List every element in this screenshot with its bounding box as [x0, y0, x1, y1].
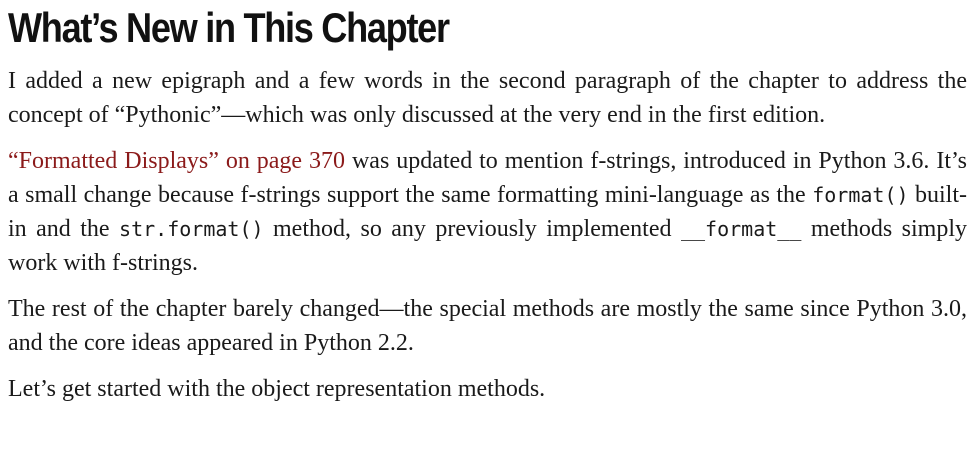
paragraph-get-started: Let’s get started with the object repres…: [8, 376, 546, 402]
paragraph-text: method, so any previously implemented: [263, 216, 681, 242]
document-page: What’s New in This Chapter I added a new…: [0, 0, 973, 460]
paragraph-formatted-displays: “Formatted Displays” on page 370 was upd…: [8, 144, 967, 280]
inline-code-str-format: str.format(): [119, 217, 264, 241]
cross-reference-link[interactable]: “Formatted Displays” on page 370: [8, 148, 345, 174]
paragraph-epigraph-note: I added a new epigraph and a few words i…: [8, 68, 967, 128]
paragraph-rest-of-chapter: The rest of the chapter barely changed—t…: [8, 296, 967, 356]
section-heading: What’s New in This Chapter: [8, 4, 450, 51]
inline-code-format: format(): [812, 183, 909, 207]
inline-code-dunder-format: __format__: [680, 217, 802, 241]
